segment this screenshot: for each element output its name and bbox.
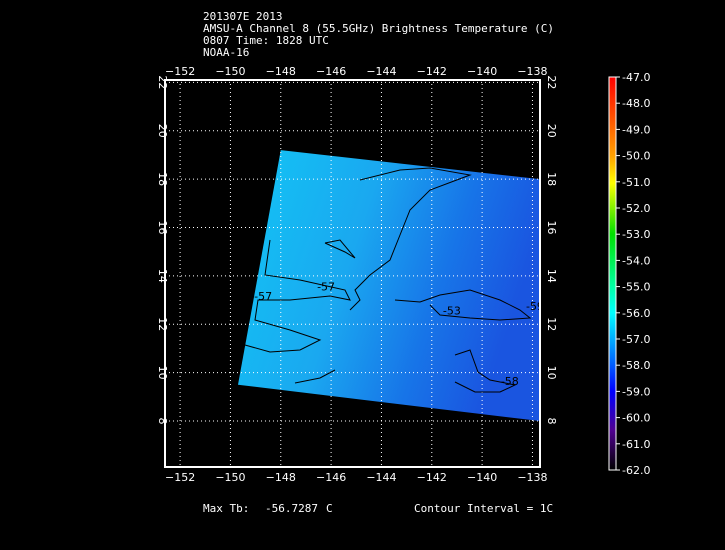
map-plot: -57-57-53-58-59 −152−152−150−150−148−148… xyxy=(156,65,650,484)
y-tick-label-left: 10 xyxy=(156,366,169,380)
colorbar-label: -62.0 xyxy=(622,464,650,477)
colorbar-label: -56.0 xyxy=(622,307,650,320)
y-tick-label-left: 22 xyxy=(156,75,169,89)
y-tick-label-left: 12 xyxy=(156,317,169,331)
colorbar-label: -47.0 xyxy=(622,71,650,84)
contour-label: -57 xyxy=(254,290,272,303)
x-tick-label-top: −150 xyxy=(215,65,245,78)
colorbar-label: -50.0 xyxy=(622,150,650,163)
x-tick-label-bottom: −140 xyxy=(467,471,497,484)
contour-label: -58 xyxy=(501,375,519,388)
x-tick-label-bottom: −144 xyxy=(366,471,396,484)
colorbar-label: -58.0 xyxy=(622,359,650,372)
x-tick-label-bottom: −142 xyxy=(417,471,447,484)
y-tick-label-right: 10 xyxy=(545,366,558,380)
max-tb-value: -56.7287 xyxy=(265,502,318,515)
colorbar-label: -57.0 xyxy=(622,333,650,346)
colorbar-label: -49.0 xyxy=(622,123,650,136)
y-tick-label-right: 12 xyxy=(545,317,558,331)
y-tick-label-right: 20 xyxy=(545,124,558,138)
x-tick-label-top: −142 xyxy=(417,65,447,78)
contour-label: -53 xyxy=(443,305,461,318)
contour-label: -57 xyxy=(317,280,335,293)
y-tick-label-right: 22 xyxy=(545,75,558,89)
y-tick-label-right: 14 xyxy=(545,269,558,283)
x-tick-label-top: −138 xyxy=(517,65,547,78)
y-tick-label-right: 8 xyxy=(545,418,558,425)
y-tick-label-left: 8 xyxy=(156,418,169,425)
max-tb-unit: C xyxy=(326,502,333,515)
colorbar-label: -51.0 xyxy=(622,176,650,189)
y-tick-label-left: 18 xyxy=(156,172,169,186)
y-tick-label-left: 14 xyxy=(156,269,169,283)
colorbar-label: -54.0 xyxy=(622,254,650,267)
contour-label: -59 xyxy=(526,300,544,313)
x-tick-label-bottom: −148 xyxy=(266,471,296,484)
x-tick-label-bottom: −146 xyxy=(316,471,346,484)
colorbar-label: -53.0 xyxy=(622,228,650,241)
x-tick-label-top: −140 xyxy=(467,65,497,78)
y-tick-label-right: 18 xyxy=(545,172,558,186)
colorbar-label: -59.0 xyxy=(622,385,650,398)
max-tb-label: Max Tb: xyxy=(203,502,250,515)
x-tick-label-bottom: −138 xyxy=(517,471,547,484)
x-tick-label-bottom: −152 xyxy=(165,471,195,484)
contour-interval: Contour Interval = 1C xyxy=(414,502,554,515)
x-tick-label-top: −148 xyxy=(266,65,296,78)
y-tick-label-right: 16 xyxy=(545,221,558,235)
x-tick-label-top: −144 xyxy=(366,65,396,78)
colorbar-label: -60.0 xyxy=(622,412,650,425)
x-tick-label-top: −146 xyxy=(316,65,346,78)
y-tick-label-left: 20 xyxy=(156,124,169,138)
y-tick-label-left: 16 xyxy=(156,221,169,235)
colorbar-label: -55.0 xyxy=(622,281,650,294)
colorbar xyxy=(608,76,617,471)
colorbar-label: -61.0 xyxy=(622,438,650,451)
colorbar-label: -48.0 xyxy=(622,97,650,110)
swath-data xyxy=(237,150,540,422)
x-tick-label-bottom: −150 xyxy=(215,471,245,484)
colorbar-label: -52.0 xyxy=(622,202,650,215)
